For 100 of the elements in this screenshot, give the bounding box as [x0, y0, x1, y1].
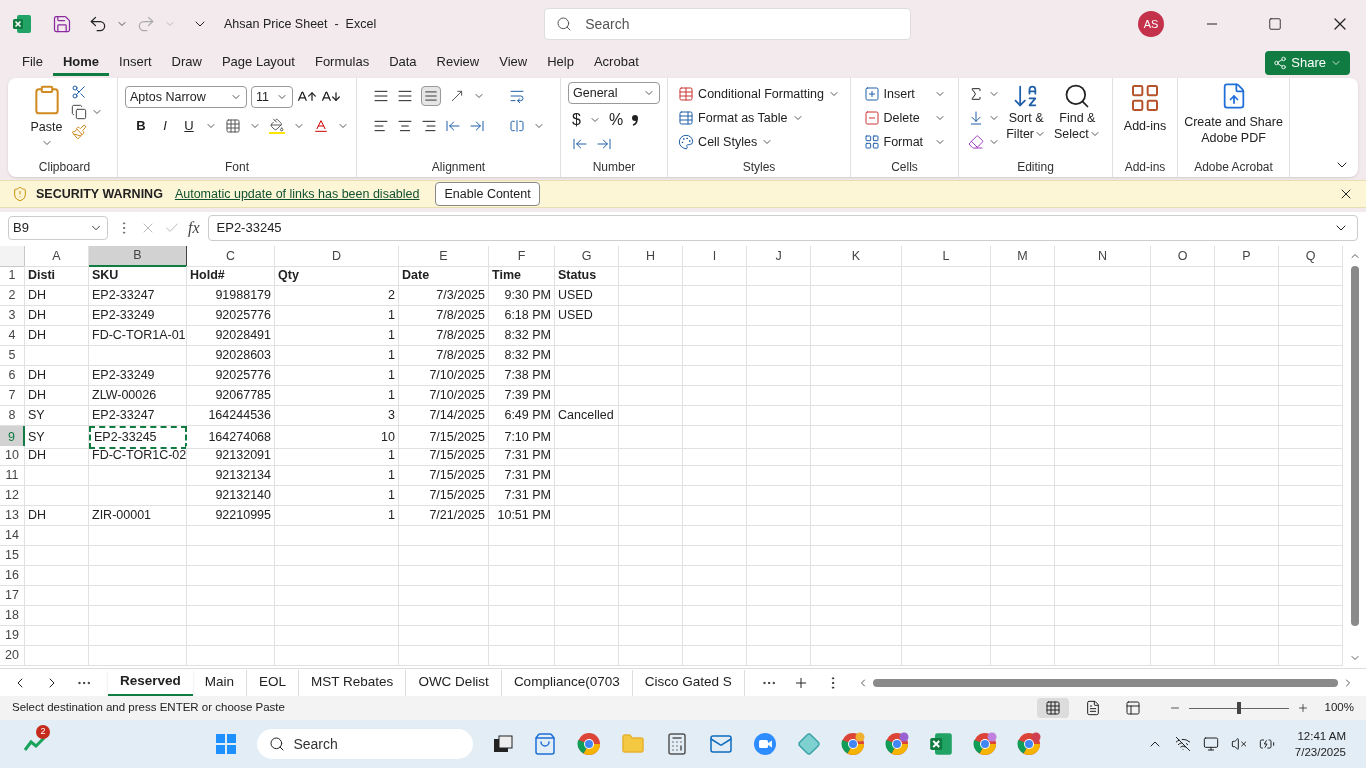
table-cell[interactable]: 6:18 PM	[489, 306, 555, 326]
cut-icon[interactable]	[70, 84, 87, 100]
sheet-tab[interactable]: Reserved	[108, 669, 193, 696]
folder-icon[interactable]	[621, 732, 646, 756]
empty-cell[interactable]	[619, 366, 683, 386]
volume-icon[interactable]	[1230, 736, 1247, 752]
empty-cell[interactable]	[399, 606, 489, 626]
empty-cell[interactable]	[1151, 446, 1215, 466]
empty-cell[interactable]	[1151, 406, 1215, 426]
empty-cell[interactable]	[811, 486, 902, 506]
empty-cell[interactable]	[811, 586, 902, 606]
table-cell[interactable]: 9:30 PM	[489, 286, 555, 306]
empty-cell[interactable]	[1151, 586, 1215, 606]
header-cell[interactable]: SKU	[89, 266, 187, 286]
table-cell[interactable]: DH	[25, 286, 89, 306]
empty-cell[interactable]	[747, 426, 811, 449]
table-cell[interactable]: DH	[25, 386, 89, 406]
mail-icon[interactable]	[709, 732, 734, 756]
table-cell[interactable]: 1	[275, 506, 399, 526]
empty-cell[interactable]	[555, 506, 619, 526]
empty-cell[interactable]	[902, 546, 991, 566]
table-cell[interactable]: 1	[275, 306, 399, 326]
cells-menu-button[interactable]: Delete	[859, 106, 950, 130]
empty-cell[interactable]	[489, 566, 555, 586]
header-cell[interactable]: Hold#	[187, 266, 275, 286]
empty-cell[interactable]	[747, 546, 811, 566]
table-cell[interactable]: 1	[275, 366, 399, 386]
table-cell[interactable]: 7/3/2025	[399, 286, 489, 306]
empty-cell[interactable]	[1055, 326, 1151, 346]
empty-cell[interactable]	[902, 506, 991, 526]
empty-cell[interactable]	[683, 426, 747, 449]
maximize-icon[interactable]	[1268, 17, 1282, 31]
format-painter-icon[interactable]	[70, 124, 87, 140]
empty-cell[interactable]	[275, 626, 399, 646]
merge-icon[interactable]	[508, 118, 525, 134]
display-icon[interactable]	[1202, 736, 1219, 752]
table-cell[interactable]: USED	[555, 306, 619, 326]
paste-button[interactable]: Paste	[26, 82, 67, 149]
row-header[interactable]: 15	[0, 546, 25, 566]
find-select-button[interactable]: Find & Select	[1052, 82, 1103, 142]
table-cell[interactable]: USED	[555, 286, 619, 306]
empty-cell[interactable]	[991, 286, 1055, 306]
row-header[interactable]: 14	[0, 526, 25, 546]
ribbon-tab[interactable]: Help	[537, 50, 584, 76]
empty-cell[interactable]	[683, 366, 747, 386]
copy-icon[interactable]	[70, 104, 87, 120]
empty-cell[interactable]	[619, 266, 683, 286]
table-cell[interactable]: DH	[25, 506, 89, 526]
empty-cell[interactable]	[747, 366, 811, 386]
row-header[interactable]: 13	[0, 506, 25, 526]
empty-cell[interactable]	[555, 646, 619, 666]
empty-cell[interactable]	[811, 506, 902, 526]
empty-cell[interactable]	[399, 546, 489, 566]
table-cell[interactable]: EP2-33247	[89, 406, 187, 426]
empty-cell[interactable]	[555, 386, 619, 406]
row-header[interactable]: 16	[0, 566, 25, 586]
empty-cell[interactable]	[1215, 366, 1279, 386]
empty-cell[interactable]	[1151, 606, 1215, 626]
empty-cell[interactable]	[811, 606, 902, 626]
ribbon-tab[interactable]: Draw	[161, 50, 212, 76]
empty-cell[interactable]	[1055, 466, 1151, 486]
row-header[interactable]: 9	[0, 426, 25, 449]
increase-indent-icon[interactable]	[468, 118, 485, 134]
column-header[interactable]: E	[399, 246, 489, 267]
empty-cell[interactable]	[902, 286, 991, 306]
ribbon-tab[interactable]: Review	[426, 50, 490, 76]
task-view-icon[interactable]	[493, 734, 514, 754]
battery-icon[interactable]	[1258, 736, 1275, 752]
table-cell[interactable]: 92025776	[187, 366, 275, 386]
empty-cell[interactable]	[902, 486, 991, 506]
empty-cell[interactable]	[1055, 626, 1151, 646]
empty-cell[interactable]	[902, 426, 991, 449]
table-cell[interactable]: 7:38 PM	[489, 366, 555, 386]
column-header[interactable]: A	[25, 246, 89, 267]
create-pdf-button[interactable]: Create and Share Adobe PDF	[1184, 82, 1283, 146]
empty-cell[interactable]	[1151, 546, 1215, 566]
search-icon[interactable]	[269, 736, 286, 752]
empty-cell[interactable]	[991, 266, 1055, 286]
browser-icon[interactable]	[973, 732, 998, 756]
table-cell[interactable]: 7/8/2025	[399, 346, 489, 366]
row-header[interactable]: 7	[0, 386, 25, 406]
table-cell[interactable]: EP2-33249	[89, 306, 187, 326]
align-center-icon[interactable]	[396, 118, 413, 134]
empty-cell[interactable]	[747, 446, 811, 466]
ribbon-tab[interactable]: Insert	[109, 50, 162, 76]
row-header[interactable]: 8	[0, 406, 25, 426]
empty-cell[interactable]	[991, 486, 1055, 506]
empty-cell[interactable]	[275, 526, 399, 546]
table-cell[interactable]: 7/15/2025	[399, 486, 489, 506]
table-cell[interactable]: 1	[275, 326, 399, 346]
empty-cell[interactable]	[902, 266, 991, 286]
formula-field[interactable]: EP2-33245	[207, 215, 1358, 241]
empty-cell[interactable]	[747, 346, 811, 366]
empty-cell[interactable]	[991, 406, 1055, 426]
table-cell[interactable]: EP2-33249	[89, 366, 187, 386]
empty-cell[interactable]	[1055, 346, 1151, 366]
empty-cell[interactable]	[902, 446, 991, 466]
empty-cell[interactable]	[619, 586, 683, 606]
table-cell[interactable]: 92067785	[187, 386, 275, 406]
sheet-tab[interactable]: Cisco Gated S	[632, 669, 745, 696]
